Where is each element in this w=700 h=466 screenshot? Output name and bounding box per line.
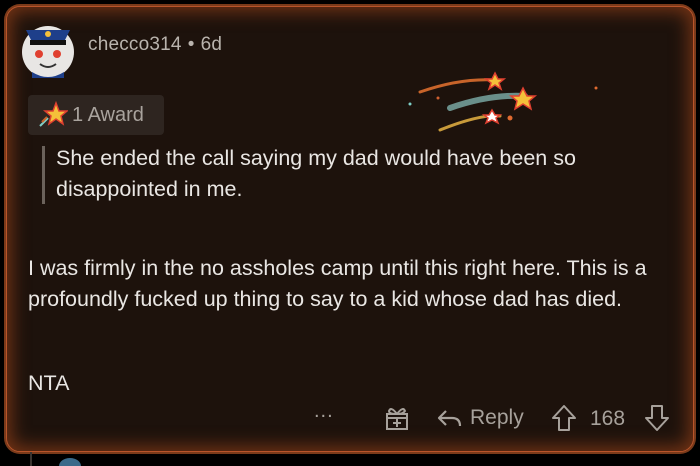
comment-paragraph: I was firmly in the no assholes camp unt…: [28, 256, 647, 311]
award-badge[interactable]: 1 Award: [28, 95, 164, 135]
downvote-icon[interactable]: [644, 404, 670, 432]
comment-age: 6d: [200, 34, 223, 55]
award-label: 1 Award: [72, 103, 144, 126]
more-icon[interactable]: ...: [314, 400, 334, 423]
shooting-stars-icon: [408, 71, 598, 132]
avatar[interactable]: [20, 12, 76, 78]
comment-paragraph: NTA: [28, 371, 70, 395]
reply-button[interactable]: Reply: [436, 406, 524, 430]
username-link[interactable]: checco314: [88, 34, 182, 55]
meta-separator: •: [187, 34, 195, 55]
reply-label: Reply: [470, 406, 524, 429]
quote-bar: [42, 146, 45, 204]
action-bar: ... Reply 168: [0, 400, 700, 436]
gift-icon[interactable]: [385, 405, 409, 431]
reply-icon: [437, 410, 462, 427]
upvote-icon[interactable]: [551, 404, 577, 432]
quoted-text: She ended the call saying my dad would h…: [56, 146, 576, 201]
next-comment-avatar: [59, 458, 81, 466]
thread-line: [30, 452, 32, 466]
award-star-icon: [39, 100, 68, 127]
comment-meta: checco314 • 6d: [88, 34, 222, 56]
vote-score: 168: [590, 407, 626, 430]
